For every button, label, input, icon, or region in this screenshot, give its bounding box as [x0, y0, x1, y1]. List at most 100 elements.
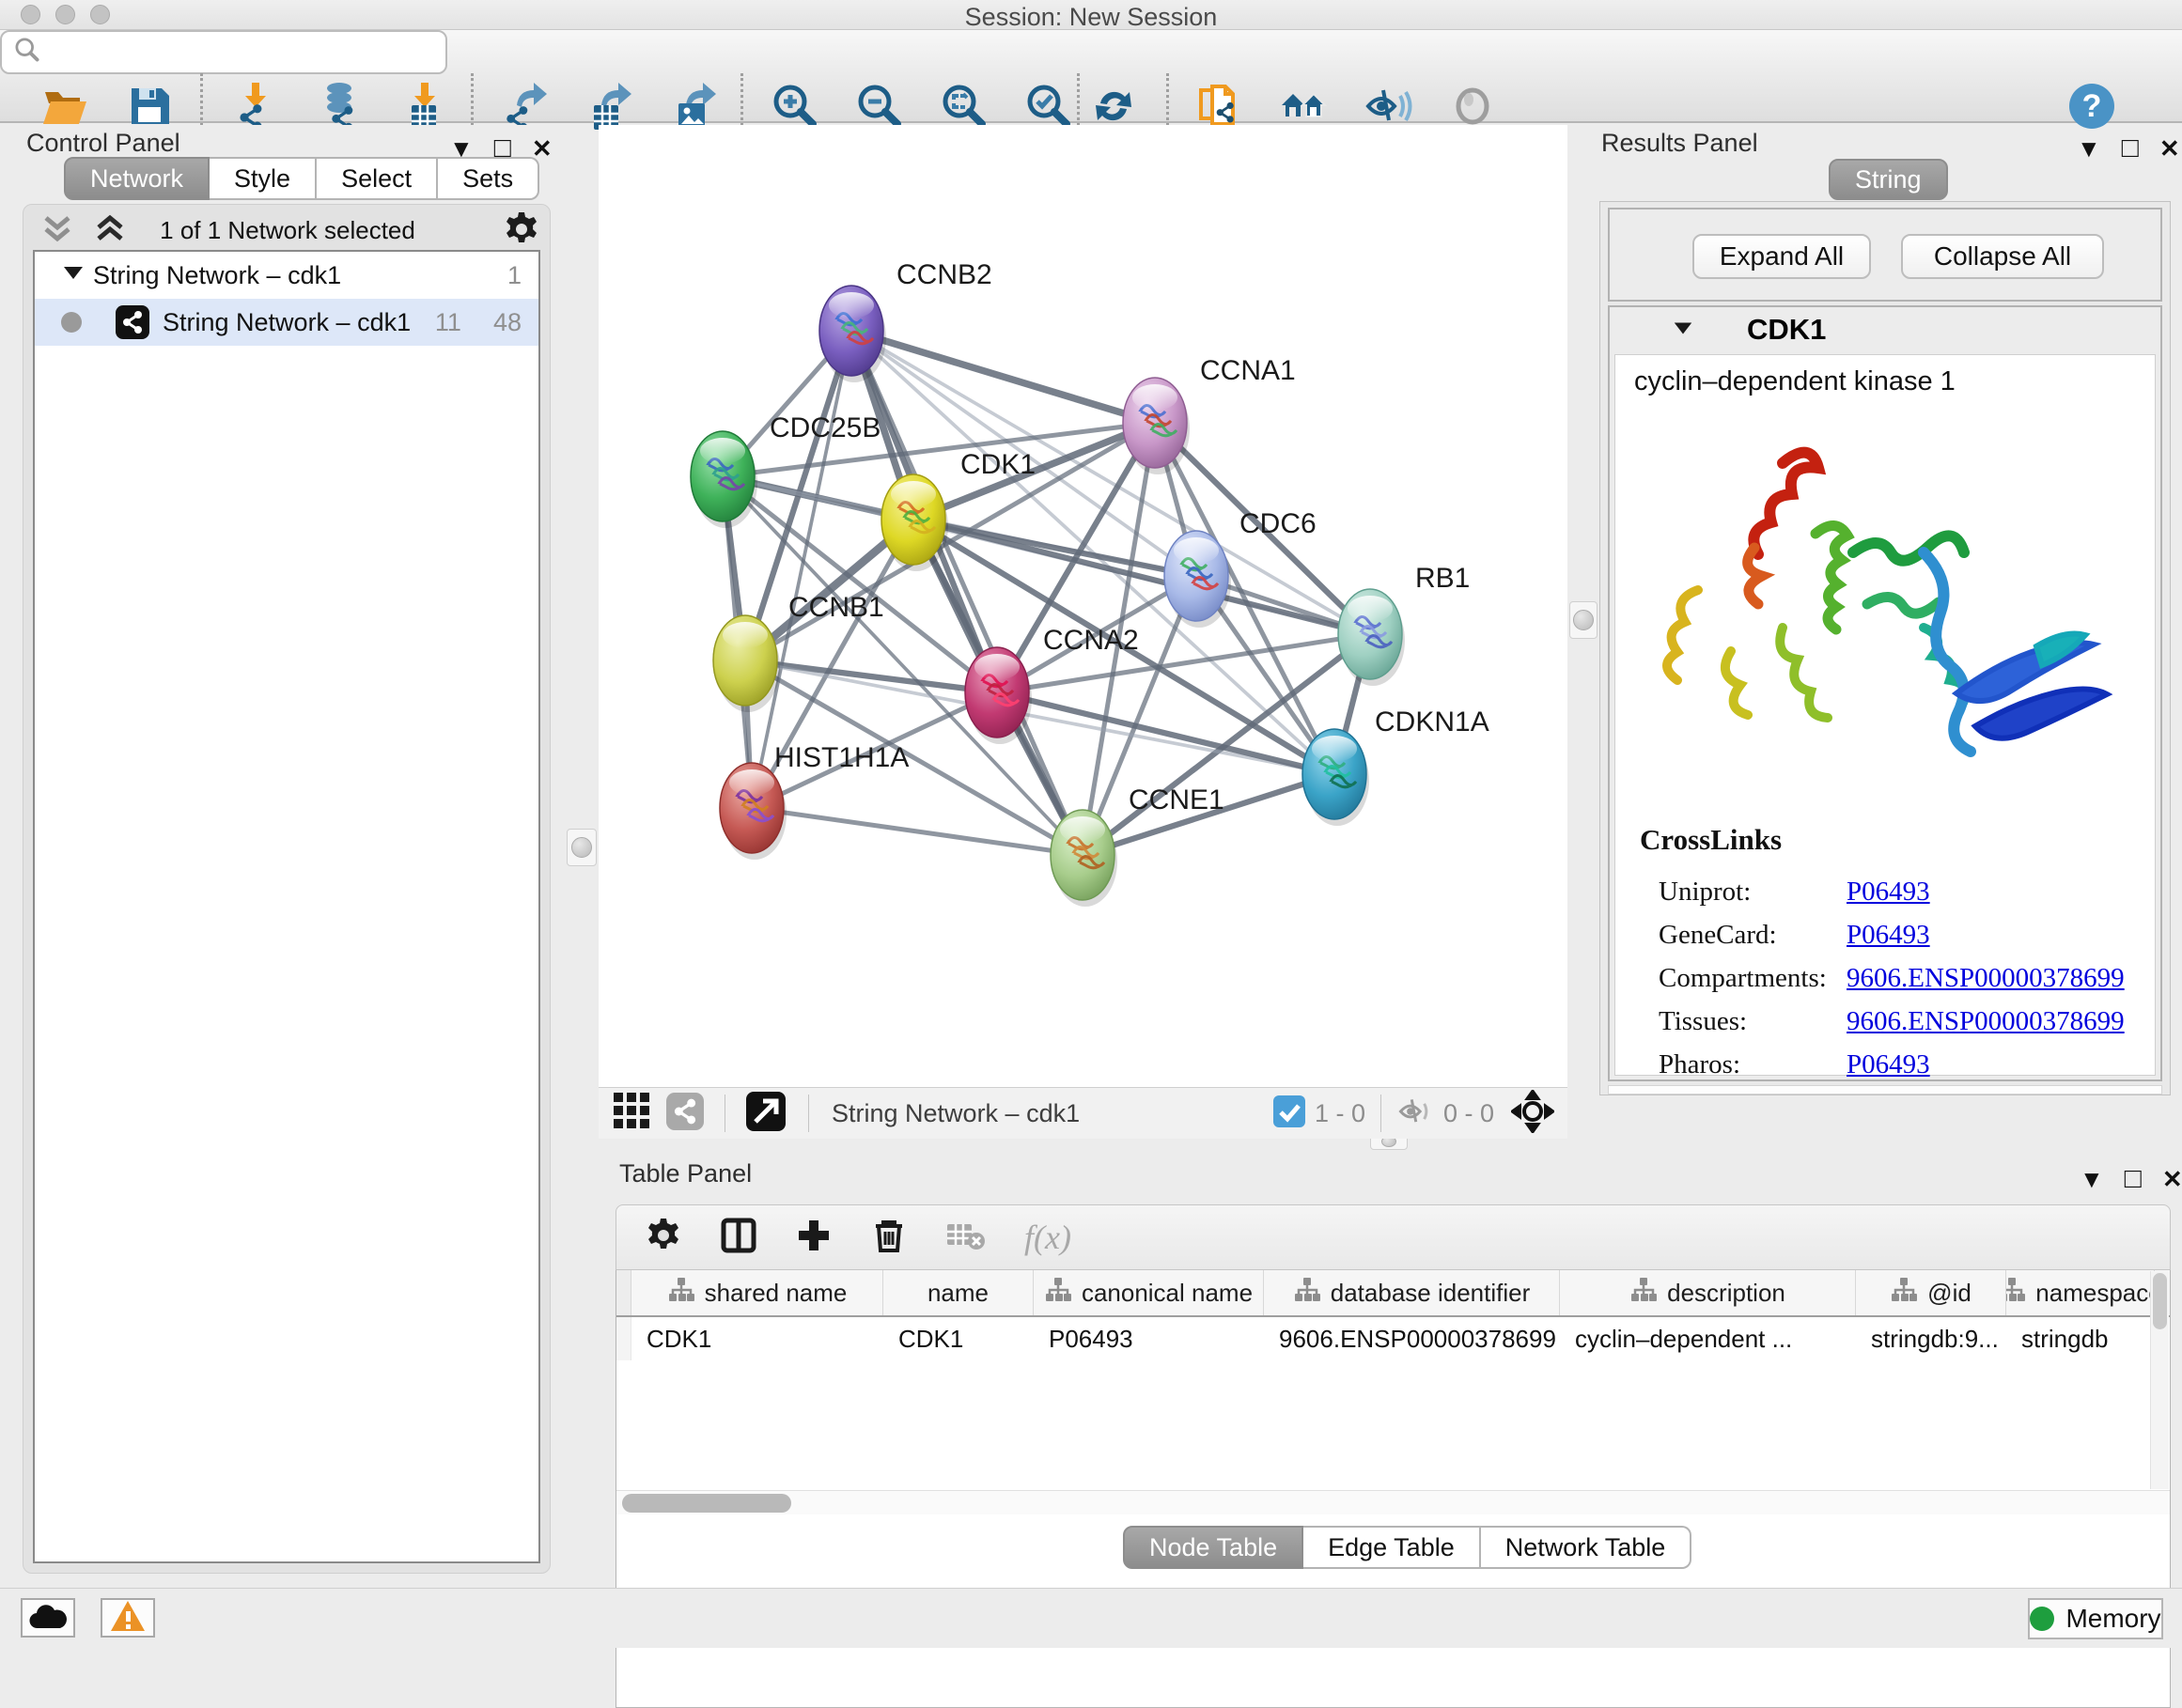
tab-edge-table[interactable]: Edge Table	[1303, 1526, 1481, 1569]
zoom-in-button[interactable]	[770, 81, 820, 132]
table-cell[interactable]: stringdb	[2006, 1317, 2155, 1360]
tab-style[interactable]: Style	[210, 157, 317, 200]
table-cell[interactable]: CDK1	[631, 1317, 883, 1360]
edge-HIST1H1A-CCNE1[interactable]	[752, 808, 1083, 855]
selected-checkbox-icon[interactable]	[1273, 1095, 1305, 1132]
edge-CCNB2-CCNE1[interactable]	[851, 331, 1083, 855]
warnings-button[interactable]	[101, 1598, 155, 1638]
collapse-all-button[interactable]: Collapse All	[1901, 234, 2104, 279]
zoom-selected-button[interactable]	[1023, 81, 1074, 132]
share-view-icon[interactable]	[666, 1093, 704, 1135]
node-CCNE1[interactable]: CCNE1	[1051, 784, 1224, 907]
table-row[interactable]: CDK1CDK1P064939606.ENSP00000378699cyclin…	[616, 1317, 2170, 1360]
expand-all-button[interactable]: Expand All	[1692, 234, 1871, 279]
export-network-button[interactable]	[498, 81, 549, 132]
cloud-button[interactable]	[21, 1598, 75, 1638]
delete-column-icon[interactable]	[870, 1217, 908, 1259]
tab-node-table[interactable]: Node Table	[1123, 1526, 1303, 1569]
hidden-counts: 0 - 0	[1443, 1099, 1494, 1128]
help-button[interactable]: ?	[2069, 84, 2114, 129]
save-session-button[interactable]	[124, 81, 175, 132]
function-builder-icon: f(x)	[1024, 1218, 1071, 1257]
network-options-gear-icon[interactable]	[503, 210, 540, 253]
crosslink-link[interactable]: P06493	[1847, 1049, 1930, 1080]
table-cell[interactable]: CDK1	[883, 1317, 1034, 1360]
crosslink-link[interactable]: 9606.ENSP00000378699	[1847, 1006, 2125, 1037]
network-row-selected[interactable]: String Network – cdk1 11 48	[35, 299, 538, 346]
crosslink-link[interactable]: P06493	[1847, 877, 1930, 908]
crosslink-link[interactable]: P06493	[1847, 920, 1930, 951]
section-expander-icon[interactable]	[1672, 317, 1694, 344]
table-vertical-scrollbar[interactable]	[2150, 1271, 2169, 1489]
network-canvas[interactable]: CCNB2 CCNA1 CDC25B CDK1 CDC6	[599, 125, 1567, 1087]
zoom-fit-button[interactable]	[939, 81, 990, 132]
detach-view-icon[interactable]	[746, 1092, 786, 1136]
table-cell[interactable]: 9606.ENSP00000378699	[1264, 1317, 1560, 1360]
export-table-button[interactable]	[583, 81, 633, 132]
column-header-canonical-name[interactable]: canonical name	[1034, 1270, 1264, 1315]
panel-close-icon[interactable]: ✕	[2159, 134, 2180, 163]
shared-column-icon	[1629, 1276, 1658, 1311]
table-options-gear-icon[interactable]	[645, 1217, 682, 1259]
node-CDKN1A[interactable]: CDKN1A	[1302, 706, 1489, 826]
memory-button[interactable]: Memory	[2028, 1598, 2163, 1639]
panel-divider-handle[interactable]	[567, 829, 597, 866]
node-CCNA1[interactable]: CCNA1	[1123, 355, 1296, 474]
column-header-namespace[interactable]: namespace	[2006, 1270, 2155, 1315]
edge-CCNB2-HIST1H1A[interactable]	[752, 331, 851, 808]
control-panel-tabs: NetworkStyleSelectSets	[64, 157, 539, 200]
import-network-button[interactable]	[229, 81, 280, 132]
network-status-dot	[61, 312, 82, 333]
crosslink-link[interactable]: 9606.ENSP00000378699	[1847, 963, 2125, 994]
open-file-button[interactable]	[39, 81, 90, 132]
node-label-CDKN1A: CDKN1A	[1375, 706, 1489, 738]
fit-content-icon[interactable]	[1511, 1090, 1554, 1138]
column-header-@id[interactable]: @id	[1856, 1270, 2006, 1315]
node-RB1[interactable]: RB1	[1338, 563, 1470, 686]
main-toolbar: ?	[0, 30, 2182, 123]
table-cell[interactable]: P06493	[1034, 1317, 1264, 1360]
gene-section-header[interactable]: CDK1	[1610, 307, 2160, 352]
tree-expander-icon[interactable]	[61, 260, 93, 291]
show-columns-icon[interactable]	[720, 1217, 757, 1259]
table-toolbar: f(x)	[616, 1204, 2171, 1270]
column-header-description[interactable]: description	[1560, 1270, 1856, 1315]
hidden-eye-icon[interactable]	[1396, 1093, 1434, 1135]
import-table-button[interactable]	[398, 81, 449, 132]
eye-slash-button[interactable]	[1363, 81, 1413, 132]
memory-status-dot	[2030, 1607, 2054, 1631]
copy-document-button[interactable]	[1193, 81, 1244, 132]
node-label-CCNB1: CCNB1	[788, 592, 884, 623]
zoom-out-button[interactable]	[854, 81, 905, 132]
grid-view-icon[interactable]	[614, 1093, 651, 1135]
column-header-name[interactable]: name	[883, 1270, 1034, 1315]
results-scrollbar-track[interactable]	[1608, 1085, 2162, 1095]
refresh-button[interactable]	[1088, 81, 1139, 132]
column-header-database-identifier[interactable]: database identifier	[1264, 1270, 1560, 1315]
edge-CCNB2-CCNA1[interactable]	[851, 331, 1155, 423]
panel-float-icon[interactable]: □	[2125, 1163, 2142, 1195]
panel-close-icon[interactable]: ✕	[2162, 1165, 2182, 1194]
tab-select[interactable]: Select	[317, 157, 438, 200]
panel-float-icon[interactable]: □	[2122, 132, 2139, 164]
search-input[interactable]	[0, 30, 447, 74]
panel-menu-icon[interactable]: ▼	[2080, 1165, 2104, 1194]
houses-button[interactable]	[1278, 81, 1329, 132]
network-collection-row[interactable]: String Network – cdk1 1	[35, 252, 538, 299]
tab-string[interactable]: String	[1829, 159, 1948, 200]
table-horizontal-scrollbar[interactable]	[616, 1490, 2170, 1514]
node-label-CDC6: CDC6	[1239, 508, 1317, 539]
tab-network-table[interactable]: Network Table	[1481, 1526, 1692, 1569]
shared-column-icon	[667, 1276, 695, 1311]
collection-label: String Network – cdk1	[93, 261, 341, 290]
import-database-button[interactable]	[314, 81, 365, 132]
tab-sets[interactable]: Sets	[438, 157, 539, 200]
eye-button[interactable]	[1447, 81, 1498, 132]
export-image-button[interactable]	[667, 81, 718, 132]
tab-network[interactable]: Network	[64, 157, 210, 200]
panel-menu-icon[interactable]: ▼	[2077, 134, 2101, 163]
column-header-shared-name[interactable]: shared name	[631, 1270, 883, 1315]
add-column-icon[interactable]	[795, 1217, 833, 1259]
table-cell[interactable]: stringdb:9...	[1856, 1317, 2006, 1360]
table-cell[interactable]: cyclin–dependent ...	[1560, 1317, 1856, 1360]
